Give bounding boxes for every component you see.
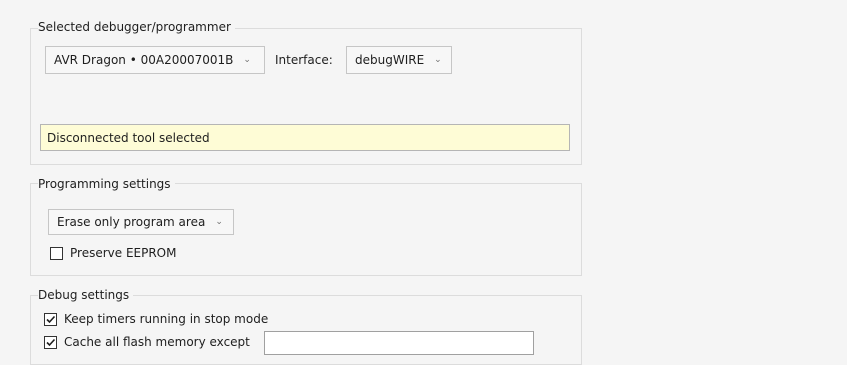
tool-select-value: AVR Dragon • 00A20007001B (54, 53, 234, 67)
erase-mode-select-value: Erase only program area (57, 215, 206, 229)
cache-flash-row[interactable]: Cache all flash memory except (44, 335, 250, 349)
programming-group-title: Programming settings (38, 177, 175, 191)
keep-timers-label: Keep timers running in stop mode (64, 312, 269, 326)
erase-mode-select[interactable]: Erase only program area ⌄ (48, 209, 234, 235)
interface-select[interactable]: debugWIRE ⌄ (346, 46, 452, 74)
keep-timers-checkbox[interactable] (44, 312, 57, 326)
cache-flash-label: Cache all flash memory except (64, 335, 250, 349)
cache-flash-checkbox[interactable] (44, 335, 57, 349)
checkmark-icon (46, 338, 56, 346)
chevron-down-icon: ⌄ (434, 55, 442, 65)
chevron-down-icon: ⌄ (243, 55, 251, 65)
preserve-eeprom-label: Preserve EEPROM (70, 246, 177, 260)
debugger-group-title: Selected debugger/programmer (38, 20, 235, 34)
interface-select-value: debugWIRE (355, 53, 425, 67)
keep-timers-row[interactable]: Keep timers running in stop mode (44, 312, 268, 326)
tool-select[interactable]: AVR Dragon • 00A20007001B ⌄ (45, 46, 265, 74)
checkmark-icon (46, 315, 56, 323)
cache-flash-except-input[interactable] (264, 331, 534, 355)
chevron-down-icon: ⌄ (215, 217, 223, 227)
preserve-eeprom-row[interactable]: Preserve EEPROM (50, 246, 176, 260)
preserve-eeprom-checkbox[interactable] (50, 246, 63, 260)
status-message-text: Disconnected tool selected (47, 130, 210, 145)
debug-group-title: Debug settings (38, 288, 134, 302)
interface-label: Interface: (275, 53, 333, 67)
status-message-bar: Disconnected tool selected (40, 124, 570, 151)
